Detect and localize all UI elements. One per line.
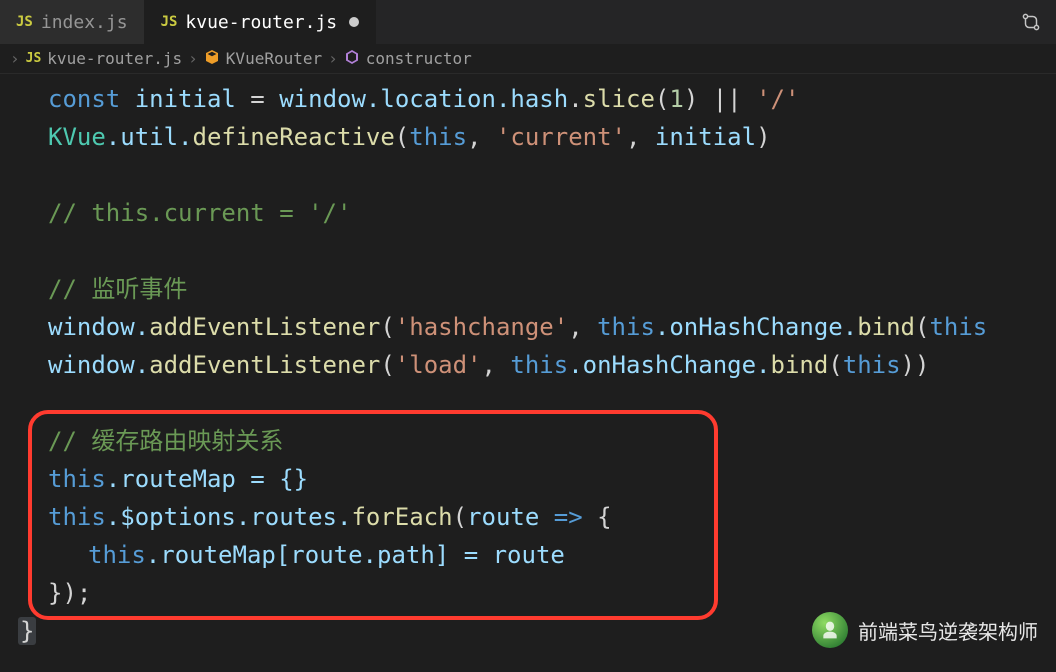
tab-label: index.js	[41, 12, 128, 33]
method-icon	[344, 49, 360, 69]
chevron-right-icon: ›	[188, 49, 198, 68]
breadcrumb-class[interactable]: KVueRouter	[226, 49, 322, 68]
code-line: // this.current = '/'	[0, 194, 1056, 232]
code-line: this.routeMap[route.path] = route	[0, 536, 1056, 574]
code-line: const initial = window.location.hash.sli…	[0, 80, 1056, 118]
chevron-right-icon: ›	[328, 49, 338, 68]
code-line	[0, 156, 1056, 194]
avatar-icon	[812, 612, 848, 648]
compare-changes-button[interactable]	[1006, 11, 1056, 33]
tab-bar: JS index.js JS kvue-router.js	[0, 0, 1056, 44]
tab-label: kvue-router.js	[185, 12, 337, 33]
breadcrumb-method[interactable]: constructor	[366, 49, 472, 68]
code-line: this.$options.routes.forEach(route => {	[0, 498, 1056, 536]
matching-brace-highlight: }	[18, 617, 36, 645]
code-line: // 监听事件	[0, 270, 1056, 308]
watermark-text: 前端菜鸟逆袭架构师	[858, 616, 1038, 645]
dirty-indicator-icon	[349, 17, 359, 27]
breadcrumb-file[interactable]: kvue-router.js	[47, 49, 182, 68]
code-line: window.addEventListener('load', this.onH…	[0, 346, 1056, 384]
breadcrumb: › JS kvue-router.js › KVueRouter › const…	[0, 44, 1056, 74]
code-line: // 缓存路由映射关系	[0, 422, 1056, 460]
code-line: this.routeMap = {}	[0, 460, 1056, 498]
code-line	[0, 384, 1056, 422]
watermark: 前端菜鸟逆袭架构师	[812, 612, 1038, 648]
code-line: KVue.util.defineReactive(this, 'current'…	[0, 118, 1056, 156]
js-icon: JS	[16, 14, 33, 30]
code-editor[interactable]: const initial = window.location.hash.sli…	[0, 74, 1056, 650]
code-line	[0, 232, 1056, 270]
js-icon: JS	[26, 51, 42, 66]
js-icon: JS	[161, 14, 178, 30]
code-line: window.addEventListener('hashchange', th…	[0, 308, 1056, 346]
compare-icon	[1020, 11, 1042, 33]
chevron-right-icon: ›	[10, 49, 20, 68]
tab-kvue-router-js[interactable]: JS kvue-router.js	[145, 0, 377, 44]
class-icon	[204, 49, 220, 69]
code-line: });	[0, 574, 1056, 612]
tab-index-js[interactable]: JS index.js	[0, 0, 145, 44]
